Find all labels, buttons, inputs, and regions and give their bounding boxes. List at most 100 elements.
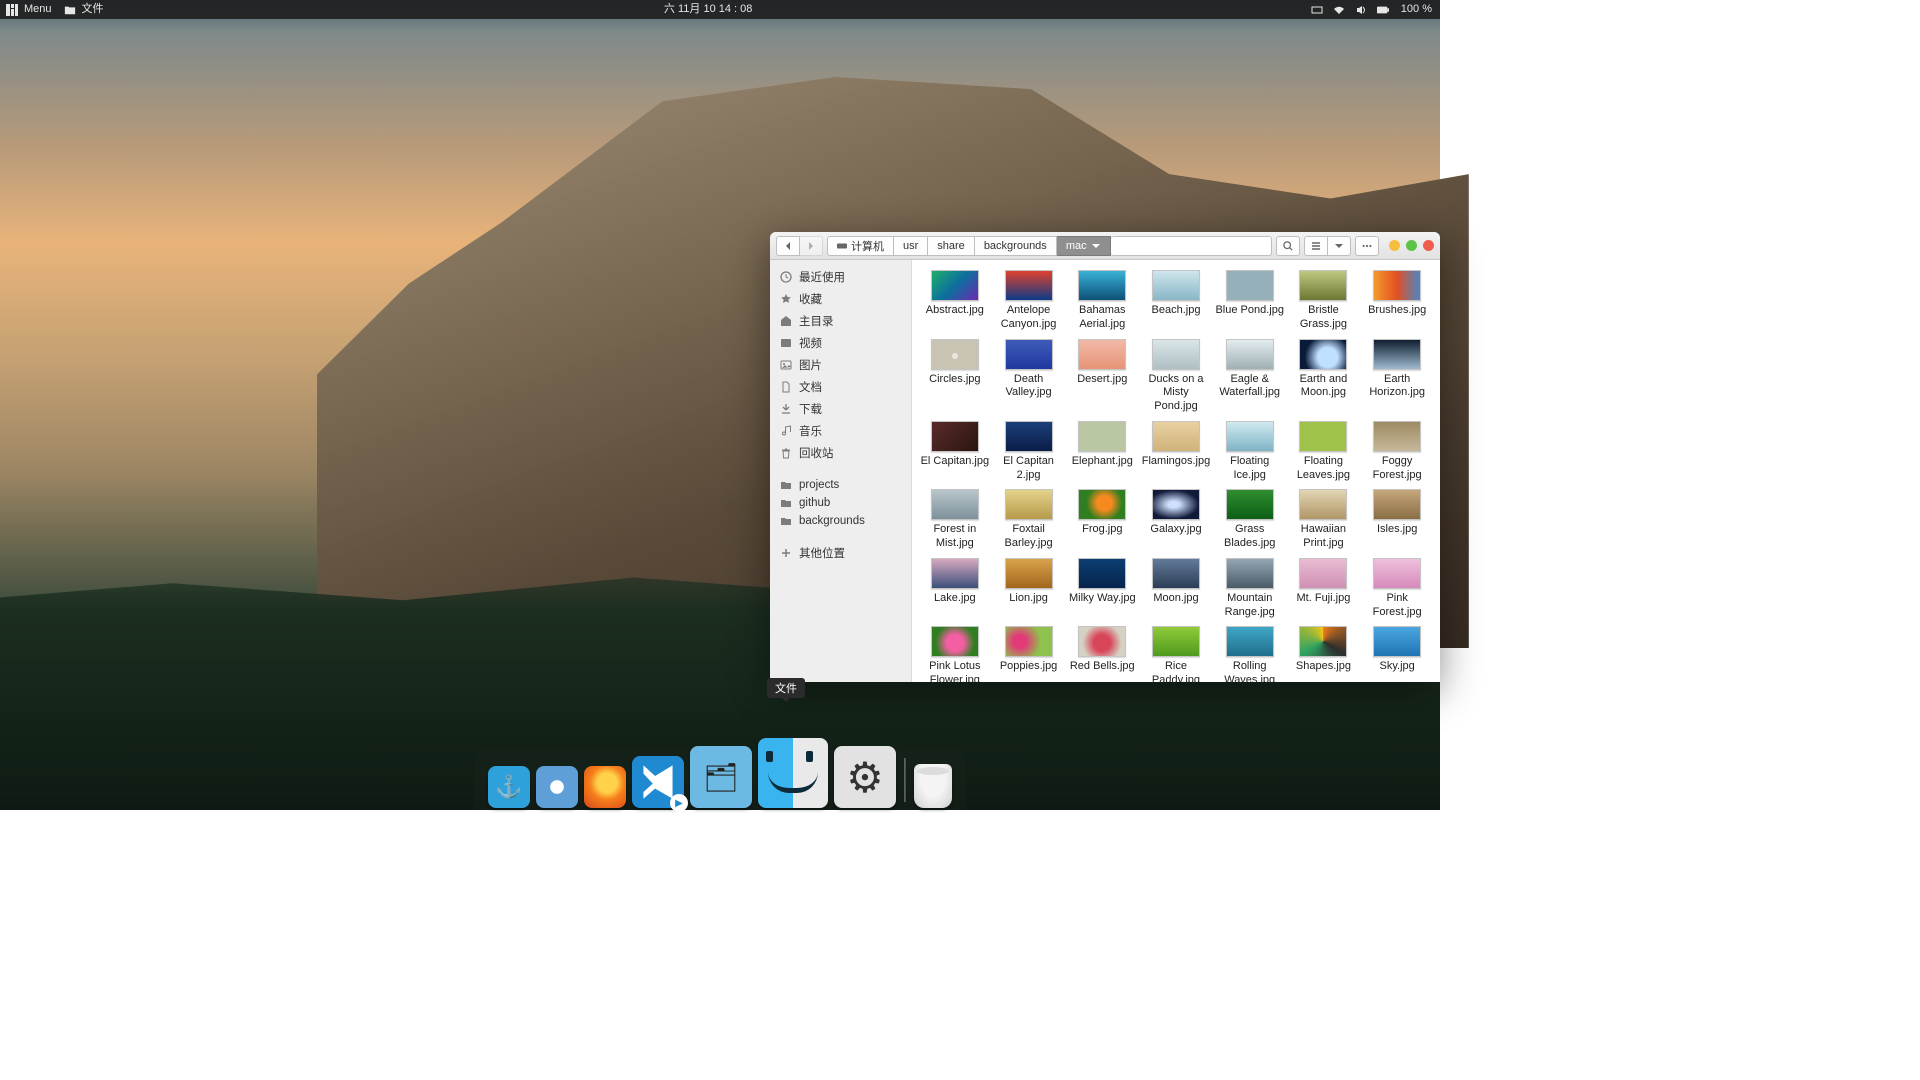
tray-battery-icon[interactable] [1377,4,1389,16]
menu-button[interactable]: Menu [6,0,54,19]
nav-forward-button[interactable] [800,236,823,256]
dock-trash[interactable] [914,764,952,808]
file-thumbnail [1152,270,1200,301]
tray-volume-icon[interactable] [1355,4,1367,16]
sidebar-item-videos[interactable]: 视频 [770,332,911,354]
file-item[interactable]: Rolling Waves.jpg [1213,626,1287,682]
dock-app-finder[interactable] [758,738,828,808]
sidebar-item-trash[interactable]: 回收站 [770,442,911,464]
file-item[interactable]: Moon.jpg [1139,558,1213,623]
file-item[interactable]: Beach.jpg [1139,270,1213,335]
tray-keyboard-icon[interactable] [1311,4,1323,16]
file-item[interactable]: Mt. Fuji.jpg [1287,558,1361,623]
dock-app-chromium[interactable] [536,766,578,808]
file-item[interactable]: Lake.jpg [918,558,992,623]
hamburger-menu-button[interactable] [1355,236,1379,256]
file-item[interactable]: Bristle Grass.jpg [1287,270,1361,335]
file-item[interactable]: Foxtail Barley.jpg [992,489,1066,554]
file-item[interactable]: Elephant.jpg [1065,421,1139,486]
file-item[interactable]: Mountain Range.jpg [1213,558,1287,623]
dock-app-file-manager[interactable] [690,746,752,808]
breadcrumb-backgrounds[interactable]: backgrounds [975,236,1057,256]
breadcrumb-computer[interactable]: 计算机 [827,236,894,256]
pathbar-remainder[interactable] [1111,236,1272,256]
active-app-indicator[interactable]: 文件 [64,0,106,19]
tray-wifi-icon[interactable] [1333,4,1345,16]
sidebar-item-home[interactable]: 主目录 [770,310,911,332]
file-item[interactable]: Abstract.jpg [918,270,992,335]
file-thumbnail [1078,489,1126,520]
file-item[interactable]: Flamingos.jpg [1139,421,1213,486]
file-thumbnail [1078,558,1126,589]
file-item[interactable]: Eagle & Waterfall.jpg [1213,339,1287,417]
file-thumbnail [1299,270,1347,301]
file-item[interactable]: Blue Pond.jpg [1213,270,1287,335]
dock-app-settings[interactable] [834,746,896,808]
file-thumbnail [1373,339,1421,370]
file-item[interactable]: Lion.jpg [992,558,1066,623]
dock-app-anchor[interactable] [488,766,530,808]
file-thumbnail [1226,421,1274,452]
file-grid-view[interactable]: Abstract.jpgAntelope Canyon.jpgBahamas A… [912,260,1440,682]
search-icon [1283,241,1293,251]
file-thumbnail [1005,626,1053,657]
file-item[interactable]: Hawaiian Print.jpg [1287,489,1361,554]
file-label: Red Bells.jpg [1070,660,1135,674]
sidebar-item-label: 回收站 [799,445,834,461]
sidebar-item-downloads[interactable]: 下载 [770,398,911,420]
file-item[interactable]: Isles.jpg [1360,489,1434,554]
file-item[interactable]: Earth Horizon.jpg [1360,339,1434,417]
file-item[interactable]: Antelope Canyon.jpg [992,270,1066,335]
file-item[interactable]: Ducks on a Misty Pond.jpg [1139,339,1213,417]
file-item[interactable]: Red Bells.jpg [1065,626,1139,682]
file-item[interactable]: Galaxy.jpg [1139,489,1213,554]
sidebar-item-projects[interactable]: projects [770,476,911,494]
sidebar-item-backgrounds[interactable]: backgrounds [770,512,911,530]
file-item[interactable]: Poppies.jpg [992,626,1066,682]
file-item[interactable]: Sky.jpg [1360,626,1434,682]
window-minimize-button[interactable] [1389,240,1400,251]
search-button[interactable] [1276,236,1300,256]
sidebar-item-pictures[interactable]: 图片 [770,354,911,376]
file-item[interactable]: Floating Leaves.jpg [1287,421,1361,486]
file-thumbnail [1226,626,1274,657]
file-item[interactable]: Brushes.jpg [1360,270,1434,335]
view-list-button[interactable] [1304,236,1328,256]
file-item[interactable]: Frog.jpg [1065,489,1139,554]
dock-app-firefox[interactable] [584,766,626,808]
file-item[interactable]: Death Valley.jpg [992,339,1066,417]
breadcrumb-usr[interactable]: usr [894,236,928,256]
clock[interactable]: 六 11月 10 14 : 08 [106,0,1311,19]
sidebar-item-documents[interactable]: 文档 [770,376,911,398]
file-item[interactable]: Bahamas Aerial.jpg [1065,270,1139,335]
view-dropdown-button[interactable] [1328,236,1351,256]
file-item[interactable]: Pink Forest.jpg [1360,558,1434,623]
file-item[interactable]: Shapes.jpg [1287,626,1361,682]
file-item[interactable]: Desert.jpg [1065,339,1139,417]
sidebar-item-recent[interactable]: 最近使用 [770,266,911,288]
file-item[interactable]: Circles.jpg [918,339,992,417]
nav-back-button[interactable] [776,236,800,256]
breadcrumb-label: mac [1066,240,1087,252]
sidebar-item-other-locations[interactable]: 其他位置 [770,542,911,564]
file-item[interactable]: Floating Ice.jpg [1213,421,1287,486]
file-item[interactable]: Milky Way.jpg [1065,558,1139,623]
file-item[interactable]: Grass Blades.jpg [1213,489,1287,554]
file-item[interactable]: El Capitan.jpg [918,421,992,486]
breadcrumb-mac[interactable]: mac [1057,236,1111,256]
file-item[interactable]: Rice Paddy.jpg [1139,626,1213,682]
file-item[interactable]: Pink Lotus Flower.jpg [918,626,992,682]
window-maximize-button[interactable] [1406,240,1417,251]
dock-app-vscode[interactable] [632,756,684,808]
sidebar-item-github[interactable]: github [770,494,911,512]
sidebar-item-music[interactable]: 音乐 [770,420,911,442]
file-item[interactable]: Foggy Forest.jpg [1360,421,1434,486]
file-item[interactable]: Forest in Mist.jpg [918,489,992,554]
window-close-button[interactable] [1423,240,1434,251]
file-item[interactable]: El Capitan 2.jpg [992,421,1066,486]
file-thumbnail [1152,339,1200,370]
file-label: Bristle Grass.jpg [1287,304,1359,332]
breadcrumb-share[interactable]: share [928,236,975,256]
sidebar-item-favorites[interactable]: 收藏 [770,288,911,310]
file-item[interactable]: Earth and Moon.jpg [1287,339,1361,417]
